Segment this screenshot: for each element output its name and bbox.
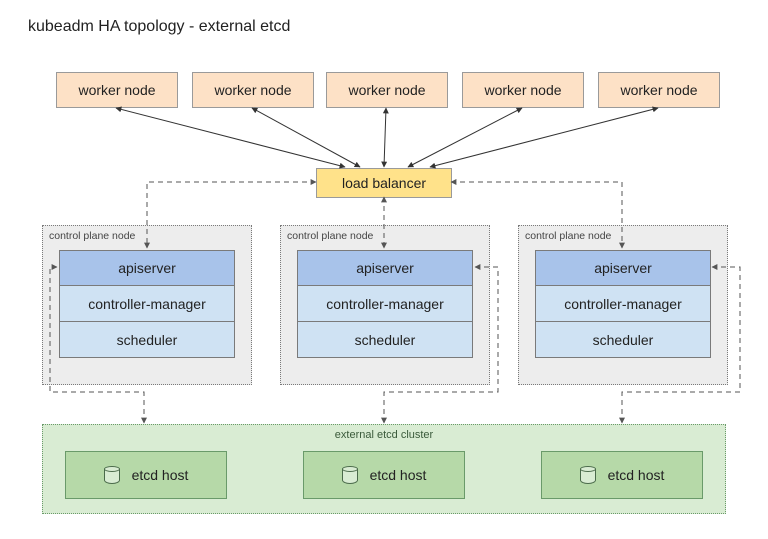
worker-node: worker node [56, 72, 178, 108]
etcd-host-label: etcd host [132, 467, 189, 483]
apiserver: apiserver [59, 250, 235, 286]
database-icon [580, 466, 596, 484]
control-plane-label: control plane node [525, 230, 611, 242]
load-balancer-label: load balancer [342, 175, 426, 191]
control-plane-node: control plane node apiserver controller-… [518, 225, 728, 385]
load-balancer: load balancer [316, 168, 452, 198]
control-plane-label: control plane node [49, 230, 135, 242]
etcd-host-label: etcd host [370, 467, 427, 483]
database-icon [342, 466, 358, 484]
etcd-cluster: external etcd cluster etcd host etcd hos… [42, 424, 726, 514]
control-plane-label: control plane node [287, 230, 373, 242]
scheduler: scheduler [59, 322, 235, 358]
apiserver: apiserver [535, 250, 711, 286]
etcd-cluster-label: external etcd cluster [43, 429, 725, 441]
scheduler: scheduler [297, 322, 473, 358]
scheduler: scheduler [535, 322, 711, 358]
etcd-host: etcd host [541, 451, 703, 499]
controller-manager: controller-manager [535, 286, 711, 322]
worker-node: worker node [598, 72, 720, 108]
worker-label: worker node [214, 82, 291, 98]
controller-manager: controller-manager [297, 286, 473, 322]
etcd-host: etcd host [65, 451, 227, 499]
etcd-host-label: etcd host [608, 467, 665, 483]
apiserver: apiserver [297, 250, 473, 286]
worker-label: worker node [78, 82, 155, 98]
etcd-host: etcd host [303, 451, 465, 499]
worker-label: worker node [620, 82, 697, 98]
worker-label: worker node [348, 82, 425, 98]
control-plane-node: control plane node apiserver controller-… [280, 225, 490, 385]
diagram-title: kubeadm HA topology - external etcd [28, 18, 290, 36]
worker-label: worker node [484, 82, 561, 98]
controller-manager: controller-manager [59, 286, 235, 322]
worker-node: worker node [192, 72, 314, 108]
control-plane-node: control plane node apiserver controller-… [42, 225, 252, 385]
database-icon [104, 466, 120, 484]
worker-node: worker node [326, 72, 448, 108]
worker-node: worker node [462, 72, 584, 108]
